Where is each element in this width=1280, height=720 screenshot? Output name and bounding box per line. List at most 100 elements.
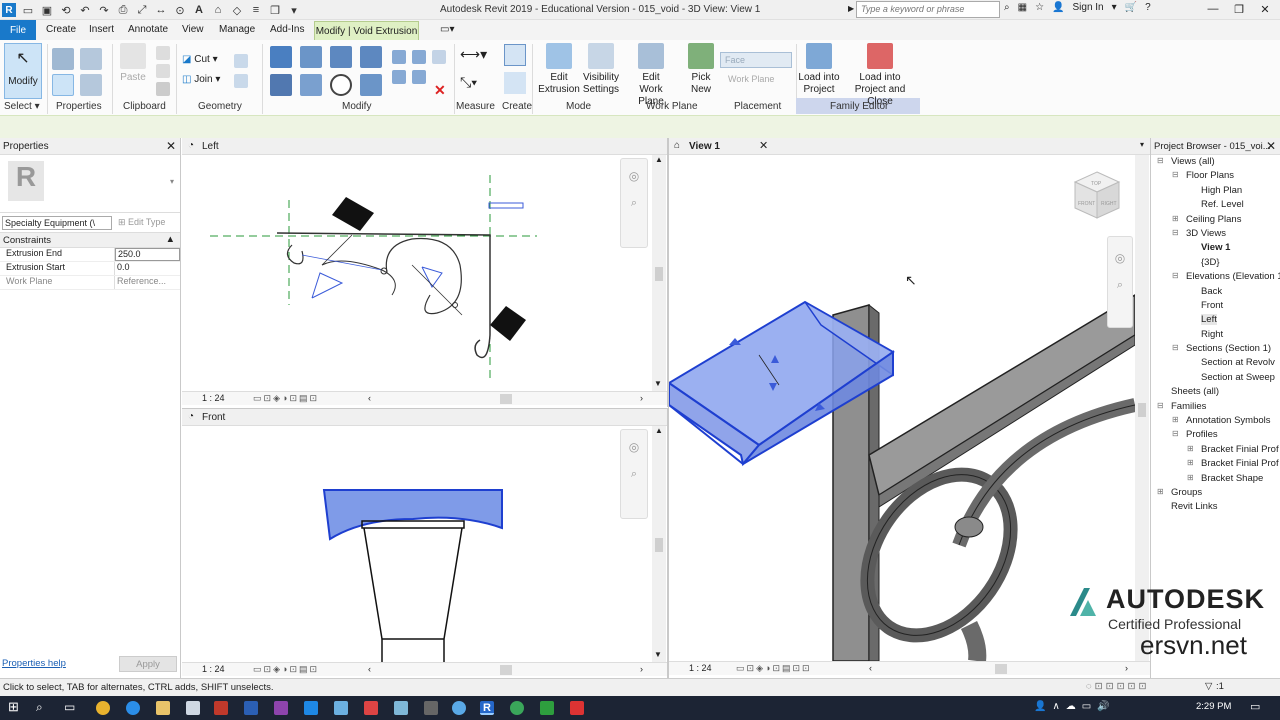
tab-create[interactable]: Create — [46, 24, 76, 35]
browser-item[interactable]: Front — [1151, 300, 1280, 314]
move-icon[interactable] — [270, 74, 292, 96]
edge-icon[interactable] — [126, 701, 140, 715]
3d-view-icon[interactable]: ⌂ — [211, 3, 225, 17]
ribbon-options-icon[interactable]: ▭▾ — [440, 24, 454, 35]
select-dropdown[interactable]: Select ▾ — [4, 101, 40, 112]
horizontal-scroll-thumb[interactable] — [500, 394, 512, 404]
browser-item[interactable]: Section at Sweep — [1151, 372, 1280, 386]
binoculars-icon[interactable]: ⌕ — [1004, 2, 1010, 13]
browser-item[interactable]: ⊞ Groups — [1151, 487, 1280, 501]
tab-annotate[interactable]: Annotate — [128, 24, 168, 35]
work-plane-button[interactable]: Work Plane — [720, 72, 792, 88]
navigation-bar[interactable]: ◎ ⌕ — [620, 158, 648, 248]
join-button[interactable]: ◫ Join ▾ — [182, 74, 220, 85]
modify-button[interactable]: ↖ Modify — [4, 43, 42, 99]
tab-addins[interactable]: Add-Ins — [270, 24, 304, 35]
browser-item[interactable]: Section at Revolv — [1151, 357, 1280, 371]
minimize-icon[interactable]: — — [1200, 0, 1226, 18]
navigation-bar[interactable]: ◎ ⌕ — [1107, 236, 1133, 328]
cart-icon[interactable]: 🛒 — [1125, 2, 1137, 13]
mirror-pick-icon[interactable] — [330, 46, 352, 68]
search-input[interactable]: Type a keyword or phrase — [856, 1, 1000, 18]
browser-item[interactable]: Sheets (all) — [1151, 386, 1280, 400]
pick-new-button[interactable]: Pick New — [684, 43, 718, 96]
browser-item[interactable]: ⊟ Families — [1151, 401, 1280, 415]
chevron-left-icon[interactable]: ‹ — [368, 393, 371, 403]
copy-element-icon[interactable] — [300, 74, 322, 96]
type-selector[interactable]: Specialty Equipment (\ — [2, 216, 112, 230]
chevron-right-icon[interactable]: › — [640, 664, 643, 674]
browser-item[interactable]: Left — [1151, 314, 1280, 328]
scale-icon[interactable] — [412, 50, 426, 64]
delete-icon[interactable]: ✕ — [434, 82, 446, 99]
browser-item[interactable]: View 1 — [1151, 242, 1280, 256]
browser-item[interactable]: ⊟ Elevations (Elevation 1 — [1151, 271, 1280, 285]
load-into-project-close-button[interactable]: Load into Project and Close — [842, 43, 918, 108]
apply-button[interactable]: Apply — [119, 656, 177, 672]
create-similar-icon[interactable] — [504, 44, 526, 66]
browser-item[interactable]: ⊟ Sections (Section 1) — [1151, 343, 1280, 357]
view-control-icons[interactable]: ▭⊡◈◑⊡▤⊡ — [253, 664, 319, 674]
browser-item[interactable]: ⊞ Ceiling Plans — [1151, 214, 1280, 228]
file-explorer-icon[interactable] — [156, 701, 170, 715]
type-properties-icon[interactable] — [52, 48, 74, 70]
face-button[interactable]: Face — [720, 52, 792, 68]
rotate-icon[interactable] — [330, 74, 352, 96]
browser-item[interactable]: Ref. Level — [1151, 199, 1280, 213]
view-control-icons[interactable]: ▭⊡◈◑⊡▤⊡⊡ — [736, 663, 812, 673]
viewcube[interactable]: TOP FRONT RIGHT — [1069, 168, 1125, 231]
restore-icon[interactable]: ❐ — [1226, 0, 1252, 18]
thin-lines-icon[interactable]: ≡ — [249, 3, 263, 17]
navigation-bar[interactable]: ◎ ⌕ — [620, 429, 648, 519]
sync-icon[interactable]: ⟲ — [59, 3, 73, 17]
browser-item[interactable]: ⊞ Bracket Shape — [1151, 473, 1280, 487]
browser-item[interactable]: Back — [1151, 286, 1280, 300]
chevron-down-icon[interactable]: ▾ — [1140, 140, 1144, 149]
search-expand-icon[interactable]: ▶ — [848, 4, 854, 13]
onenote-icon[interactable] — [274, 701, 288, 715]
dimension-tool-icon[interactable]: ⤡▾ — [460, 74, 477, 91]
vertical-scrollbar[interactable]: ▲ ▼ — [652, 426, 666, 662]
visibility-settings-button[interactable]: Visibility Settings — [580, 43, 622, 96]
tab-view[interactable]: View — [182, 24, 204, 35]
wall-join-icon[interactable] — [234, 54, 248, 68]
view-scale[interactable]: 1 : 24 — [202, 393, 225, 403]
tab-file[interactable]: File — [0, 20, 36, 40]
edit-type-button[interactable]: ⊞ Edit Type — [118, 217, 165, 228]
subscription-icon[interactable]: ▦ — [1018, 2, 1027, 13]
close-icon[interactable]: ✕ — [1266, 139, 1276, 153]
tag-icon[interactable]: ⊙ — [173, 3, 187, 17]
copy-icon[interactable] — [156, 64, 170, 78]
mail-icon[interactable] — [186, 701, 200, 715]
properties-icon[interactable] — [52, 74, 74, 96]
close-icon[interactable]: ✕ — [1252, 0, 1278, 18]
recorder-icon[interactable] — [364, 701, 378, 715]
close-icon[interactable]: ✕ — [166, 139, 176, 153]
chevron-down-icon[interactable]: ▾ — [170, 177, 174, 186]
align-icon[interactable] — [270, 46, 292, 68]
vertical-scrollbar[interactable]: ▲ ▼ — [652, 155, 666, 391]
browser-item[interactable]: Revit Links — [1151, 501, 1280, 515]
acrobat-icon[interactable] — [214, 701, 228, 715]
close-icon[interactable]: ✕ — [759, 139, 768, 152]
skype-icon[interactable] — [304, 701, 318, 715]
mirror-draw-icon[interactable] — [360, 46, 382, 68]
section-icon[interactable]: ◇ — [230, 3, 244, 17]
property-value[interactable]: 250.0 — [115, 248, 180, 261]
paste-button[interactable]: Paste — [118, 43, 148, 84]
chevron-right-icon[interactable]: › — [1125, 663, 1128, 673]
windows-start-icon[interactable]: ⊞ — [8, 699, 22, 714]
revit-taskbar-icon[interactable]: R — [480, 701, 494, 715]
app-red-icon[interactable] — [570, 701, 584, 715]
status-icons[interactable]: ◌⊡⊡⊡⊡⊡ — [1086, 681, 1149, 692]
chevron-left-icon[interactable]: ‹ — [869, 663, 872, 673]
horizontal-scroll-thumb[interactable] — [500, 665, 512, 675]
load-into-project-button[interactable]: Load into Project — [798, 43, 840, 96]
tab-modify-void-extrusion[interactable]: Modify | Void Extrusion — [314, 21, 419, 40]
sign-in-link[interactable]: Sign In — [1072, 2, 1103, 13]
trim-icon[interactable] — [360, 74, 382, 96]
open-icon[interactable]: ▭ — [21, 3, 35, 17]
cut-button[interactable]: ◪ Cut ▾ — [182, 54, 218, 65]
property-value[interactable]: Reference... — [115, 276, 180, 289]
view-scale[interactable]: 1 : 24 — [202, 664, 225, 674]
